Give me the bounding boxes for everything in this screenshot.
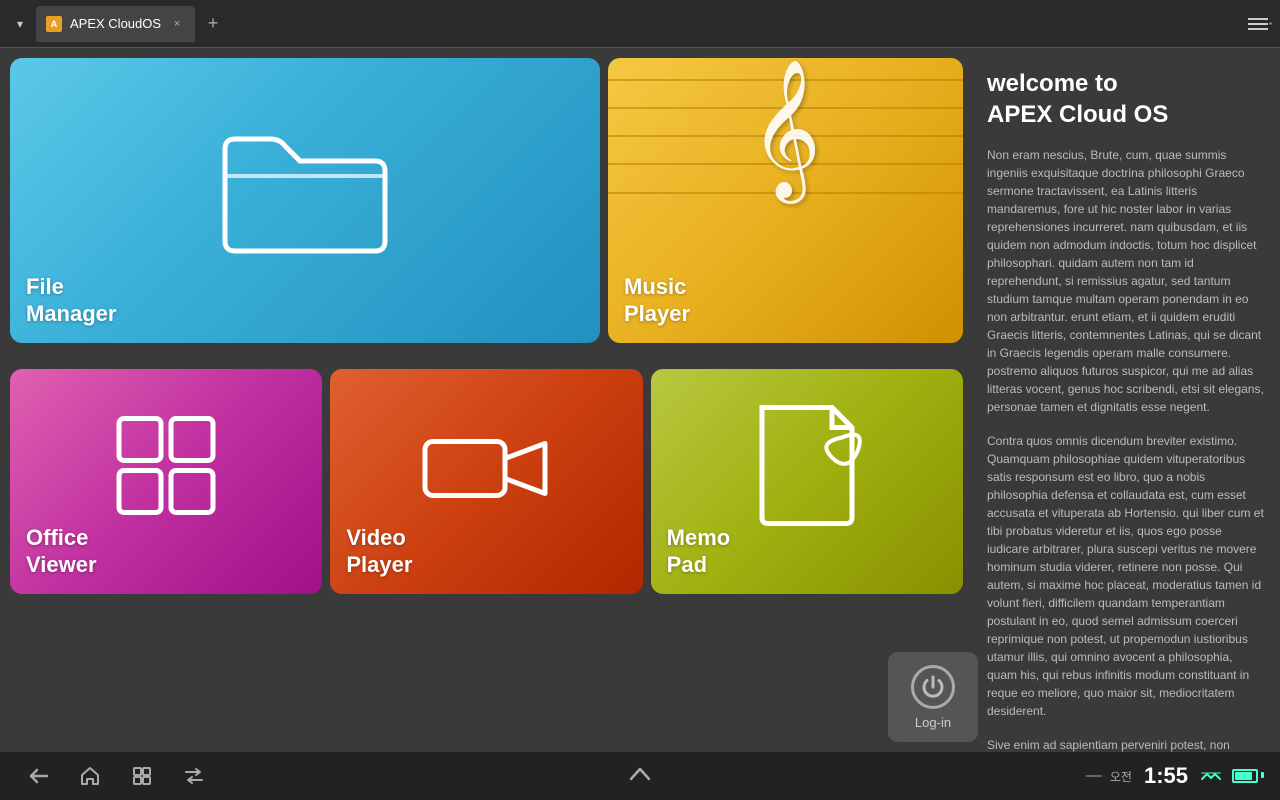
video-camera-icon — [421, 423, 551, 513]
new-tab-button[interactable]: + — [199, 10, 227, 38]
tile-video-player[interactable]: Video Player — [330, 369, 642, 594]
menu-line-1 — [1248, 18, 1268, 20]
back-button[interactable] — [16, 758, 60, 794]
recent-apps-button[interactable] — [120, 758, 164, 794]
menu-indicator: ▪ — [1269, 19, 1272, 28]
switch-button[interactable] — [172, 758, 216, 794]
menu-line-2 — [1248, 23, 1268, 25]
sidebar-paragraph-1: Non eram nescius, Brute, cum, quae summi… — [987, 146, 1264, 416]
active-tab[interactable]: A APEX CloudOS × — [36, 6, 195, 42]
back-icon — [27, 767, 49, 785]
menu-line-3 — [1248, 28, 1268, 30]
switch-icon — [183, 767, 205, 785]
login-label: Log-in — [915, 715, 951, 730]
video-player-label: Video Player — [346, 525, 626, 578]
time-display: 1:55 — [1144, 763, 1188, 789]
login-tile[interactable]: Log-in — [888, 652, 978, 742]
welcome-title: welcome to APEX Cloud OS — [987, 68, 1264, 130]
content-area: File Manager 𝄞 Music Player — [0, 48, 1280, 800]
office-viewer-label: Office Viewer — [26, 525, 306, 578]
locale-label: 오전 — [1110, 768, 1132, 785]
tab-favicon: A — [46, 16, 62, 32]
chevron-up-icon — [628, 766, 652, 782]
browser-bar: ▾ A APEX CloudOS × + ▪ — [0, 0, 1280, 48]
sidebar: welcome to APEX Cloud OS Non eram nesciu… — [971, 48, 1280, 800]
zoom-minus: — — [1086, 767, 1102, 785]
memo-icon — [752, 397, 862, 527]
tab-close-button[interactable]: × — [169, 16, 185, 32]
office-icon — [111, 410, 221, 520]
tile-file-manager[interactable]: File Manager — [10, 58, 600, 343]
file-manager-label: File Manager — [26, 274, 584, 327]
signal-icon — [1200, 767, 1222, 785]
bottom-tiles-row: Office Viewer Video Player — [10, 369, 963, 594]
power-svg-icon — [920, 674, 946, 700]
folder-icon — [215, 111, 395, 261]
status-right: — 오전 1:55 — [1086, 763, 1264, 789]
power-icon — [911, 665, 955, 709]
scroll-up-button[interactable] — [628, 766, 652, 787]
home-icon — [79, 765, 101, 787]
status-bar: — 오전 1:55 — [0, 752, 1280, 800]
browser-dropdown[interactable]: ▾ — [8, 12, 32, 36]
battery-icon — [1232, 768, 1264, 784]
recent-apps-icon — [132, 766, 152, 786]
tile-office-viewer[interactable]: Office Viewer — [10, 369, 322, 594]
home-button[interactable] — [68, 758, 112, 794]
tile-memo-pad[interactable]: Memo Pad — [651, 369, 963, 594]
tile-music-player[interactable]: 𝄞 Music Player — [608, 58, 963, 343]
treble-clef-icon: 𝄞 — [750, 68, 821, 188]
tab-title: APEX CloudOS — [70, 16, 161, 31]
sidebar-paragraph-2: Contra quos omnis dicendum breviter exis… — [987, 432, 1264, 720]
memo-pad-label: Memo Pad — [667, 525, 947, 578]
music-player-label: Music Player — [624, 274, 947, 327]
browser-menu-button[interactable]: ▪ — [1248, 18, 1268, 30]
app-grid: File Manager 𝄞 Music Player — [0, 48, 971, 800]
